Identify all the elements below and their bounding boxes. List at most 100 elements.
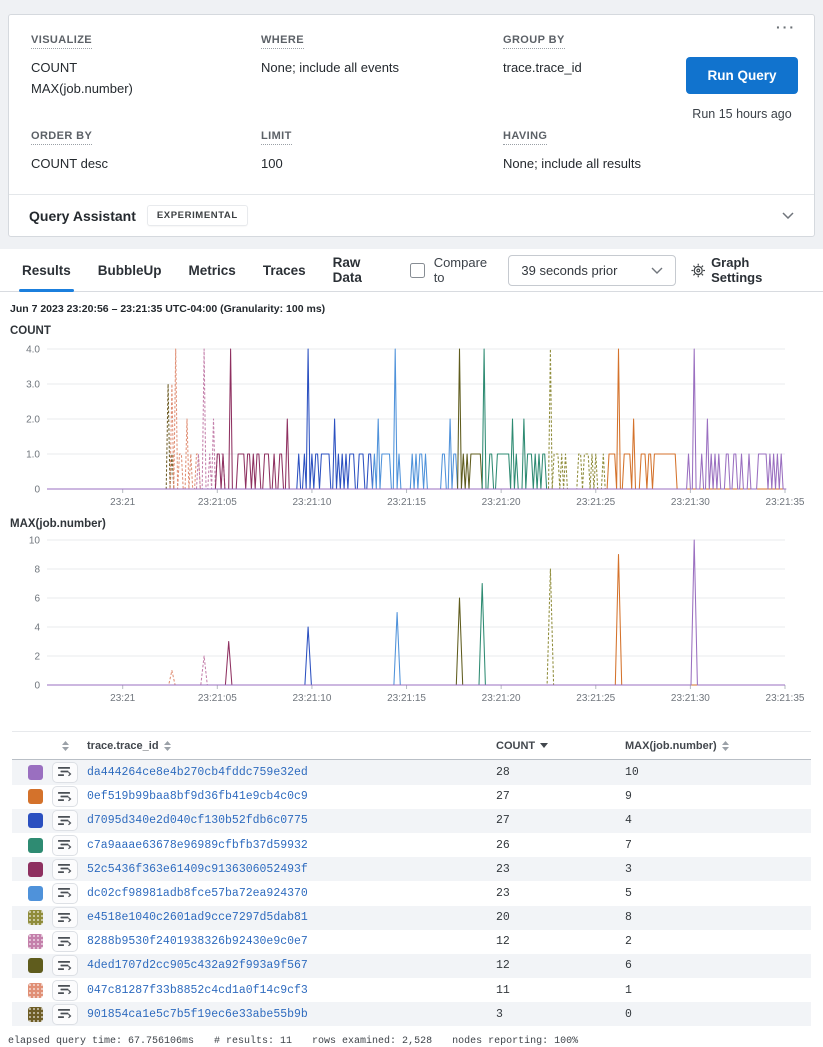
compare-range-select[interactable]: 39 seconds prior (508, 255, 675, 286)
trace-id-link[interactable]: e4518e1040c2601ad9cce7297d5dab81 (87, 911, 475, 924)
trace-id-link[interactable]: 4ded1707d2cc905c432a92f993a9f567 (87, 959, 475, 972)
table-row: 0ef519b99baa8bf9d36fb41e9cb4c0c9279 (12, 785, 811, 809)
trace-id-link[interactable]: da444264ce8e4b270cb4fddc759e32ed (87, 766, 475, 779)
trace-id-link[interactable]: 047c81287f33b8852c4cd1a0f14c9cf3 (87, 984, 475, 997)
svg-text:4.0: 4.0 (26, 345, 40, 356)
series-color-swatch[interactable] (28, 765, 43, 780)
series-color-swatch[interactable] (28, 934, 43, 949)
max-chart[interactable]: 024681023:2123:21:0523:21:1023:21:1523:2… (0, 530, 823, 712)
view-trace-button[interactable] (52, 762, 78, 783)
table-row: 047c81287f33b8852c4cd1a0f14c9cf3111 (12, 978, 811, 1002)
max-column-header[interactable]: MAX(job.number) (613, 740, 811, 752)
count-chart[interactable]: 01.02.03.04.023:2123:21:0523:21:1023:21:… (0, 337, 823, 507)
table-row: 52c5436f363e61409c9136306052493f233 (12, 857, 811, 881)
tab-results[interactable]: Results (22, 249, 71, 291)
column-label: trace.trace_id (87, 740, 159, 752)
view-trace-button[interactable] (52, 786, 78, 807)
max-value: 10 (613, 766, 811, 779)
table-row: dc02cf98981adb8fce57ba72ea924370235 (12, 881, 811, 905)
query-clause-limit[interactable]: LIMIT100 (261, 126, 503, 175)
results-count-stat: # results: 11 (214, 1036, 292, 1047)
table-row: da444264ce8e4b270cb4fddc759e32ed2810 (12, 760, 811, 784)
results-tabbar: ResultsBubbleUpMetricsTracesRaw Data Com… (0, 249, 823, 292)
time-range-header: Jun 7 2023 23:20:56 – 23:21:35 UTC-04:00… (10, 303, 823, 315)
series-color-swatch[interactable] (28, 813, 43, 828)
compare-to-checkbox[interactable] (410, 263, 425, 278)
view-trace-button[interactable] (52, 859, 78, 880)
trace-waterfall-icon (58, 984, 72, 996)
count-value: 12 (484, 959, 604, 972)
tab-metrics[interactable]: Metrics (189, 249, 236, 291)
trace-id-column-header[interactable]: trace.trace_id (87, 740, 475, 752)
view-trace-button[interactable] (52, 883, 78, 904)
query-assistant-title: Query Assistant (29, 208, 136, 224)
tab-traces[interactable]: Traces (263, 249, 306, 291)
svg-text:2: 2 (34, 652, 40, 663)
count-column-header[interactable]: COUNT (484, 740, 604, 752)
series-color-swatch[interactable] (28, 983, 43, 998)
series-color-swatch[interactable] (28, 886, 43, 901)
trace-id-link[interactable]: 52c5436f363e61409c9136306052493f (87, 863, 475, 876)
query-stats-footer: elapsed query time: 67.756106ms # result… (8, 1036, 823, 1047)
trace-id-link[interactable]: d7095d340e2d040cf130b52fdb6c0775 (87, 814, 475, 827)
view-trace-button[interactable] (52, 1004, 78, 1025)
table-row: d7095d340e2d040cf130b52fdb6c0775274 (12, 809, 811, 833)
trace-id-link[interactable]: 0ef519b99baa8bf9d36fb41e9cb4c0c9 (87, 790, 475, 803)
series-color-swatch[interactable] (28, 1007, 43, 1022)
query-builder-area: VISUALIZECOUNTMAX(job.number)WHERENone; … (0, 0, 823, 249)
row-sort-header[interactable] (52, 741, 78, 751)
trace-waterfall-icon (58, 766, 72, 778)
view-trace-button[interactable] (52, 980, 78, 1001)
count-value: 23 (484, 863, 604, 876)
column-label: MAX(job.number) (625, 740, 717, 752)
last-run-label: Run 15 hours ago (686, 106, 798, 123)
count-value: 27 (484, 790, 604, 803)
trace-waterfall-icon (58, 839, 72, 851)
series-color-swatch[interactable] (28, 910, 43, 925)
series-color-swatch[interactable] (28, 862, 43, 877)
query-clause-where[interactable]: WHERENone; include all events (261, 30, 503, 100)
trace-waterfall-icon (58, 912, 72, 924)
query-builder-panel: VISUALIZECOUNTMAX(job.number)WHERENone; … (8, 14, 815, 237)
view-trace-button[interactable] (52, 907, 78, 928)
trace-id-link[interactable]: dc02cf98981adb8fce57ba72ea924370 (87, 887, 475, 900)
svg-text:23:21:30: 23:21:30 (671, 693, 710, 704)
svg-text:23:21:25: 23:21:25 (576, 693, 615, 704)
experimental-badge: EXPERIMENTAL (148, 206, 247, 225)
series-color-swatch[interactable] (28, 789, 43, 804)
trace-id-link[interactable]: 8288b9530f2401938326b92430e9c0e7 (87, 935, 475, 948)
query-clause-visualize[interactable]: VISUALIZECOUNTMAX(job.number) (31, 30, 261, 100)
run-query-rail: Run Query Run 15 hours ago (686, 57, 798, 123)
table-row: 4ded1707d2cc905c432a92f993a9f567126 (12, 954, 811, 978)
chevron-down-icon[interactable] (782, 212, 794, 219)
svg-text:23:21: 23:21 (110, 693, 135, 704)
trace-id-link[interactable]: c7a9aaae63678e96989cfbfb37d59932 (87, 839, 475, 852)
query-clause-group-by[interactable]: GROUP BYtrace.trace_id (503, 30, 682, 100)
svg-text:23:21:10: 23:21:10 (292, 693, 331, 704)
count-value: 26 (484, 839, 604, 852)
series-color-swatch[interactable] (28, 958, 43, 973)
tab-raw-data[interactable]: Raw Data (333, 249, 383, 291)
graph-settings-button[interactable]: Graph Settings (691, 255, 801, 285)
view-trace-button[interactable] (52, 835, 78, 856)
run-query-button[interactable]: Run Query (686, 57, 798, 94)
overflow-menu-icon[interactable] (776, 19, 796, 35)
trace-id-link[interactable]: 901854ca1e5c7b5f19ec6e33abe55b9b (87, 1008, 475, 1021)
series-color-swatch[interactable] (28, 838, 43, 853)
svg-text:0: 0 (34, 485, 40, 496)
query-clause-having[interactable]: HAVINGNone; include all results (503, 126, 682, 175)
svg-text:23:21:15: 23:21:15 (387, 497, 426, 507)
graph-settings-label: Graph Settings (711, 255, 801, 285)
view-trace-button[interactable] (52, 931, 78, 952)
query-assistant-bar[interactable]: Query Assistant EXPERIMENTAL (9, 194, 814, 236)
tab-bubbleup[interactable]: BubbleUp (98, 249, 162, 291)
clause-value: None; include all results (503, 154, 682, 175)
max-value: 4 (613, 814, 811, 827)
clause-value: trace.trace_id (503, 58, 682, 79)
view-trace-button[interactable] (52, 955, 78, 976)
svg-text:8: 8 (34, 565, 40, 576)
query-clause-order-by[interactable]: ORDER BYCOUNT desc (31, 126, 261, 175)
view-trace-button[interactable] (52, 810, 78, 831)
trace-waterfall-icon (58, 815, 72, 827)
svg-text:10: 10 (29, 536, 41, 547)
